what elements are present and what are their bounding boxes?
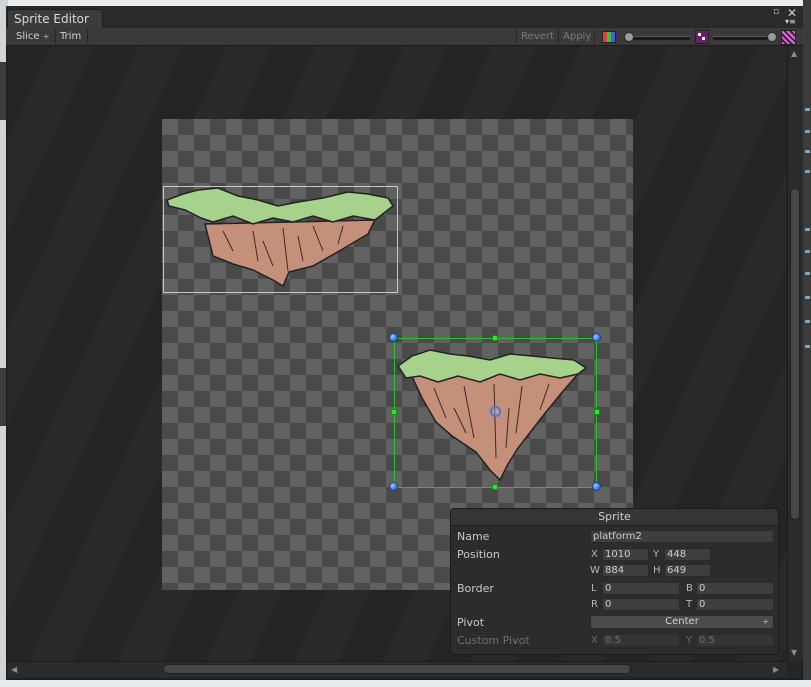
border-l-label: L bbox=[591, 583, 597, 594]
border-r-field[interactable]: 0 bbox=[602, 598, 680, 611]
window-titlebar bbox=[6, 6, 803, 28]
maximize-icon[interactable]: ▫ bbox=[773, 7, 779, 17]
revert-button[interactable]: Revert bbox=[516, 29, 559, 44]
border-l-field[interactable]: 0 bbox=[602, 582, 680, 595]
border-label: Border bbox=[457, 582, 494, 595]
border-b-label: B bbox=[686, 583, 693, 594]
window-menu-icon[interactable]: ▾≡ bbox=[785, 17, 796, 26]
toolbar: Slice ÷ Trim Revert Apply bbox=[6, 28, 803, 46]
position-x-field[interactable]: 1010 bbox=[602, 548, 649, 561]
trim-button[interactable]: Trim bbox=[56, 29, 88, 44]
dropdown-arrow-icon: ÷ bbox=[42, 32, 50, 41]
scroll-right-arrow-icon[interactable]: ▶ bbox=[773, 665, 779, 674]
zoom-slider-knob[interactable] bbox=[624, 32, 634, 42]
slice-label: Slice bbox=[16, 31, 40, 42]
scroll-up-arrow-icon[interactable]: ▲ bbox=[791, 49, 797, 58]
pivot-dropdown[interactable]: Center ÷ bbox=[590, 615, 774, 629]
custom-pivot-x-field: 0.5 bbox=[602, 634, 680, 647]
pivot-label: Pivot bbox=[457, 616, 485, 629]
custom-pivot-label: Custom Pivot bbox=[457, 634, 530, 647]
resize-handle-right[interactable] bbox=[594, 409, 600, 415]
position-w-label: W bbox=[590, 565, 600, 576]
apply-button[interactable]: Apply bbox=[559, 29, 595, 44]
scroll-left-arrow-icon[interactable]: ◀ bbox=[11, 665, 17, 674]
name-label: Name bbox=[457, 530, 490, 543]
resize-handle-left[interactable] bbox=[391, 409, 397, 415]
position-h-label: H bbox=[653, 565, 661, 576]
alpha-toggle-icon[interactable] bbox=[695, 30, 709, 44]
position-w-field[interactable]: 884 bbox=[602, 564, 649, 577]
position-h-field[interactable]: 649 bbox=[664, 564, 711, 577]
rgb-channel-icon[interactable] bbox=[602, 31, 616, 43]
border-t-label: T bbox=[686, 599, 693, 610]
vertical-scroll-thumb[interactable] bbox=[790, 188, 800, 520]
inspector-header: Sprite bbox=[451, 509, 778, 526]
custom-pivot-y-label: Y bbox=[686, 635, 693, 646]
position-y-field[interactable]: 448 bbox=[664, 548, 711, 561]
slice-dropdown[interactable]: Slice ÷ bbox=[12, 29, 56, 44]
custom-pivot-x-label: X bbox=[591, 635, 598, 646]
border-r-label: R bbox=[591, 599, 598, 610]
horizontal-scroll-thumb[interactable] bbox=[163, 664, 631, 674]
resize-handle-top[interactable] bbox=[492, 335, 498, 341]
resize-handle-top-right[interactable] bbox=[592, 333, 601, 342]
tab-sprite-editor[interactable]: Sprite Editor bbox=[7, 9, 103, 29]
background-window-right bbox=[803, 0, 811, 687]
mip-slider-knob[interactable] bbox=[767, 32, 777, 42]
resize-handle-top-left[interactable] bbox=[389, 333, 398, 342]
background-window-bottom bbox=[0, 680, 811, 687]
mip-level-icon[interactable] bbox=[781, 30, 796, 45]
position-y-label: Y bbox=[653, 549, 660, 560]
resize-handle-bottom-left[interactable] bbox=[389, 482, 398, 491]
pivot-handle[interactable] bbox=[490, 406, 501, 417]
custom-pivot-y-field: 0.5 bbox=[696, 634, 774, 647]
border-b-field[interactable]: 0 bbox=[696, 582, 774, 595]
border-t-field[interactable]: 0 bbox=[696, 598, 774, 611]
resize-handle-bottom[interactable] bbox=[492, 484, 498, 490]
pivot-value: Center bbox=[665, 616, 699, 627]
resize-handle-bottom-right[interactable] bbox=[592, 482, 601, 491]
name-field[interactable]: platform2 bbox=[590, 530, 774, 543]
scroll-down-arrow-icon[interactable]: ▼ bbox=[791, 648, 797, 657]
mip-level-slider[interactable] bbox=[713, 36, 773, 40]
position-label: Position bbox=[457, 548, 500, 561]
dropdown-arrow-icon: ÷ bbox=[762, 617, 769, 626]
sprite-rect-unselected[interactable] bbox=[163, 186, 398, 293]
window-controls: ▫ ✕ ▾≡ bbox=[770, 6, 800, 26]
zoom-slider[interactable] bbox=[626, 36, 690, 40]
position-x-label: X bbox=[591, 549, 598, 560]
